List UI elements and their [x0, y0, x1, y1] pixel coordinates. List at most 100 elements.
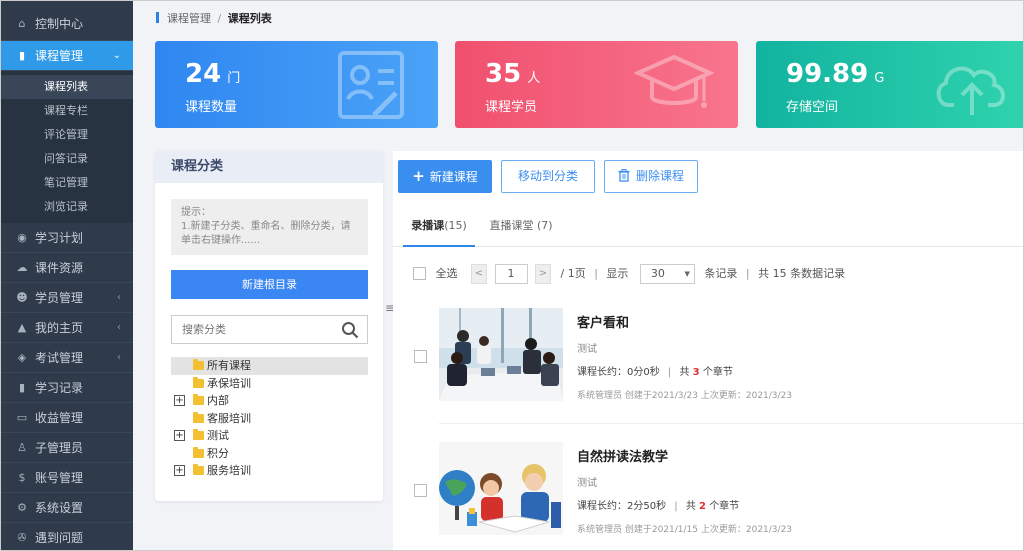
book-icon: ▮: [18, 381, 26, 394]
prev-page-button[interactable]: <: [471, 264, 487, 284]
expand-icon[interactable]: +: [174, 395, 185, 406]
sidebar-subitem-notes[interactable]: 笔记管理: [1, 171, 133, 195]
dollar-icon: $: [18, 471, 26, 484]
home-icon: ⌂: [18, 17, 26, 30]
breadcrumb-current: 课程列表: [227, 12, 272, 25]
cloud-upload-icon: [936, 66, 1005, 115]
tree-node[interactable]: + 服务培训: [171, 462, 368, 480]
sidebar-item-courseware[interactable]: ☁ 课件资源: [1, 253, 133, 283]
course-checkbox[interactable]: [414, 350, 427, 363]
delete-course-button[interactable]: 删除课程: [604, 160, 698, 193]
sidebar-item-my-home[interactable]: ▲ 我的主页 ‹: [1, 313, 133, 343]
tab-label: 录播课: [411, 219, 445, 232]
next-page-button[interactable]: >: [535, 264, 551, 284]
cloud-icon: ☁: [16, 261, 28, 274]
course-type-tabs: 录播课(15) 直播课堂 (7): [393, 203, 1023, 247]
course-thumbnail-kids-reading[interactable]: [439, 442, 563, 535]
sidebar-item-accounts[interactable]: $ 账号管理: [1, 463, 133, 493]
expand-icon[interactable]: +: [174, 465, 185, 476]
sidebar-subitem-course-list[interactable]: 课程列表: [1, 75, 133, 99]
course-title[interactable]: 客户看和: [577, 312, 629, 331]
chapter-count: 2: [699, 501, 706, 512]
category-tree: 所有课程 承保培训 + 内部 客服培训 + 测试 积分 + 服务培训: [171, 357, 368, 480]
course-description: 测试: [577, 478, 597, 489]
tree-node[interactable]: + 内部: [171, 392, 368, 410]
sidebar-item-revenue[interactable]: ▭ 收益管理: [1, 403, 133, 433]
stat-label: 课程数量: [185, 100, 238, 115]
course-thumbnail-meeting[interactable]: [439, 308, 563, 401]
course-item[interactable]: 自然拼读法教学 测试 课程长约：2分50秒 | 共 2 个章节 系统管理员 创建…: [393, 442, 1023, 550]
tag-icon: ◈: [17, 351, 27, 364]
sidebar-subitem-browse-history[interactable]: 浏览记录: [1, 195, 133, 219]
tree-node[interactable]: 承保培训: [171, 375, 368, 393]
panel-splitter-handle[interactable]: ≡: [385, 301, 395, 315]
stat-value: 24 门: [185, 59, 241, 89]
sidebar-item-label: 账号管理: [35, 471, 84, 485]
category-panel-title: 课程分类: [155, 151, 383, 183]
chevron-left-icon: ‹: [117, 292, 121, 303]
folder-icon: [193, 376, 204, 388]
expand-icon[interactable]: +: [174, 430, 185, 441]
course-duration: 课程长约：0分0秒: [577, 367, 660, 378]
sidebar-subitem-qa[interactable]: 问答记录: [1, 147, 133, 171]
tip-text: 1.新建子分类、重命名、删除分类，请单击右键操作......: [181, 221, 351, 246]
sidebar-item-label: 学习计划: [35, 231, 84, 245]
folder-icon: [193, 359, 204, 370]
gear-icon: ⚙: [17, 501, 27, 514]
sidebar-item-label: 课件资源: [35, 261, 84, 275]
tree-node-label: 所有课程: [207, 359, 251, 372]
sidebar-item-exams[interactable]: ◈ 考试管理 ‹: [1, 343, 133, 373]
category-search-input[interactable]: [172, 316, 332, 343]
document-edit-icon: [338, 51, 404, 119]
course-item[interactable]: 客户看和 测试 课程长约：0分0秒 | 共 3 个章节 系统管理员 创建于202…: [393, 308, 1023, 432]
folder-icon: [193, 464, 204, 475]
tree-node-all-courses[interactable]: 所有课程: [171, 357, 368, 375]
sidebar-item-study-plan[interactable]: ◉ 学习计划: [1, 223, 133, 253]
stat-value: 99.89 G: [786, 59, 885, 89]
move-to-category-button[interactable]: 移动到分类: [501, 160, 595, 193]
sidebar-submenu: 课程列表 课程专栏 评论管理 问答记录 笔记管理 浏览记录: [1, 71, 133, 223]
tab-recorded[interactable]: 录播课(15): [403, 217, 475, 247]
sidebar-item-label: 考试管理: [35, 351, 84, 365]
select-all-label: 全选: [435, 267, 458, 280]
sidebar-item-course-management[interactable]: ▮ 课程管理 ⌄: [1, 41, 133, 71]
course-duration: 课程长约：2分50秒: [577, 501, 667, 512]
sidebar-subitem-comments[interactable]: 评论管理: [1, 123, 133, 147]
stat-label: 课程学员: [485, 100, 538, 115]
tree-node[interactable]: 客服培训: [171, 410, 368, 428]
select-all-checkbox[interactable]: [413, 267, 426, 280]
page-size-select[interactable]: 30 ▼: [639, 264, 695, 284]
search-icon[interactable]: [341, 321, 359, 339]
sidebar-item-students[interactable]: ☻ 学员管理 ‹: [1, 283, 133, 313]
sidebar-item-dashboard[interactable]: ⌂ 控制中心: [1, 1, 133, 41]
course-footer: 系统管理员 创建于2021/3/23 上次更新：2021/3/23: [577, 391, 793, 401]
course-checkbox[interactable]: [414, 484, 427, 497]
chevron-left-icon: ‹: [117, 352, 121, 363]
book-icon: ▮: [18, 49, 26, 62]
chevron-left-icon: ‹: [117, 322, 121, 333]
tree-node-label: 积分: [207, 446, 229, 460]
tree-node-label: 内部: [207, 394, 229, 407]
stat-card-course-count: 24 门 课程数量: [155, 41, 438, 128]
new-root-directory-button[interactable]: 新建根目录: [171, 270, 368, 299]
tree-node[interactable]: + 测试: [171, 427, 368, 445]
tree-node[interactable]: 积分: [171, 445, 368, 463]
sidebar-item-settings[interactable]: ⚙ 系统设置: [1, 493, 133, 523]
records-label: 条记录: [704, 267, 738, 280]
course-title[interactable]: 自然拼读法教学: [577, 446, 668, 465]
new-course-label: 新建课程: [429, 170, 478, 184]
breadcrumb-parent[interactable]: 课程管理: [167, 12, 211, 25]
sidebar-item-help[interactable]: ✇ 遇到问题: [1, 523, 133, 550]
sidebar-subitem-course-column[interactable]: 课程专栏: [1, 99, 133, 123]
tab-live[interactable]: 直播课堂 (7): [485, 217, 557, 247]
user-icon: ♙: [17, 441, 27, 454]
stat-label: 存储空间: [786, 100, 839, 115]
sidebar-item-study-records[interactable]: ▮ 学习记录: [1, 373, 133, 403]
page-number-input[interactable]: 1: [494, 264, 528, 284]
sidebar-item-label: 子管理员: [35, 441, 84, 455]
sidebar-item-sub-admin[interactable]: ♙ 子管理员: [1, 433, 133, 463]
new-course-button[interactable]: + 新建课程: [398, 160, 492, 193]
folder-icon: [193, 429, 204, 440]
app-window: ⌂ 控制中心 ▮ 课程管理 ⌄ 课程列表 课程专栏 评论管理 问答记录 笔记管理…: [0, 0, 1024, 551]
category-search-box: [171, 315, 368, 344]
